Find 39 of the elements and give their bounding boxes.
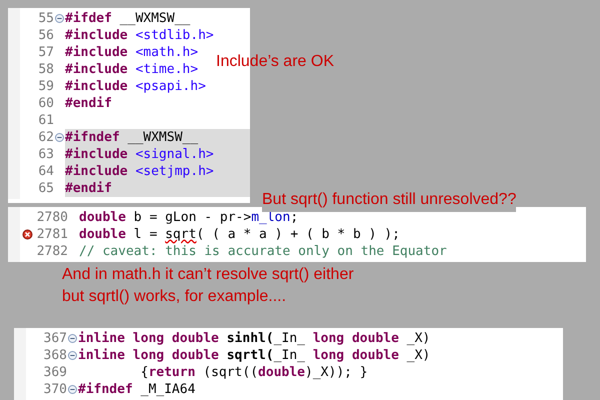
line-number: 2782 [36,242,68,261]
collapse-icon[interactable] [55,133,64,142]
code-line: #include <time.h> [65,61,200,78]
line-number: 367 [42,330,67,348]
line-number: 60 [37,94,54,113]
line-number: 369 [42,364,67,382]
line-number: 370 [42,380,67,399]
line-number: 59 [37,78,54,96]
collapse-icon[interactable] [68,351,77,360]
line-number: 57 [37,44,54,62]
code-line: #include <stdlib.h> [65,27,215,44]
code-line: inline long double sinhl(_In_ long double _X) [78,330,432,347]
annotation-text: Include’s are OK [216,52,334,72]
code-line: {return (sqrt((double)_X)); } [140,364,369,381]
line-number: 58 [37,60,54,79]
code-line: // caveat: this is accurate only on the Equator [79,243,448,260]
collapse-icon[interactable] [55,14,64,23]
code-line: #ifndef _M_IA64 [78,381,196,398]
line-number: 56 [37,26,54,45]
code-line: #endif [65,95,113,112]
collapse-icon[interactable] [68,385,77,394]
annotation-text: And in math.h it can’t resolve sqrt() either [62,265,354,285]
collapse-icon[interactable] [68,334,77,343]
code-line: #ifdef __WXMSW__ [65,10,192,27]
line-number: 65 [37,180,54,198]
code-line: double l = sqrt( ( a * a ) + ( b * b ) ); [79,226,401,243]
annotation-text: but sqrtl() works, for example.... [62,287,286,307]
line-number: 63 [37,146,54,164]
line-number: 61 [37,112,54,130]
line-number: 2781 [36,226,68,244]
code-line: inline long double sqrtl(_In_ long double _X) [78,347,432,364]
line-number: 2780 [36,208,68,227]
code-line: #include <psapi.h> [65,78,207,95]
error-icon [22,229,32,240]
code-line: double b = gLon - pr->m_lon; [79,209,300,226]
line-number: 62 [37,128,54,147]
line-number: 368 [42,346,67,365]
line-number: 64 [37,162,54,181]
line-number: 55 [37,10,54,28]
